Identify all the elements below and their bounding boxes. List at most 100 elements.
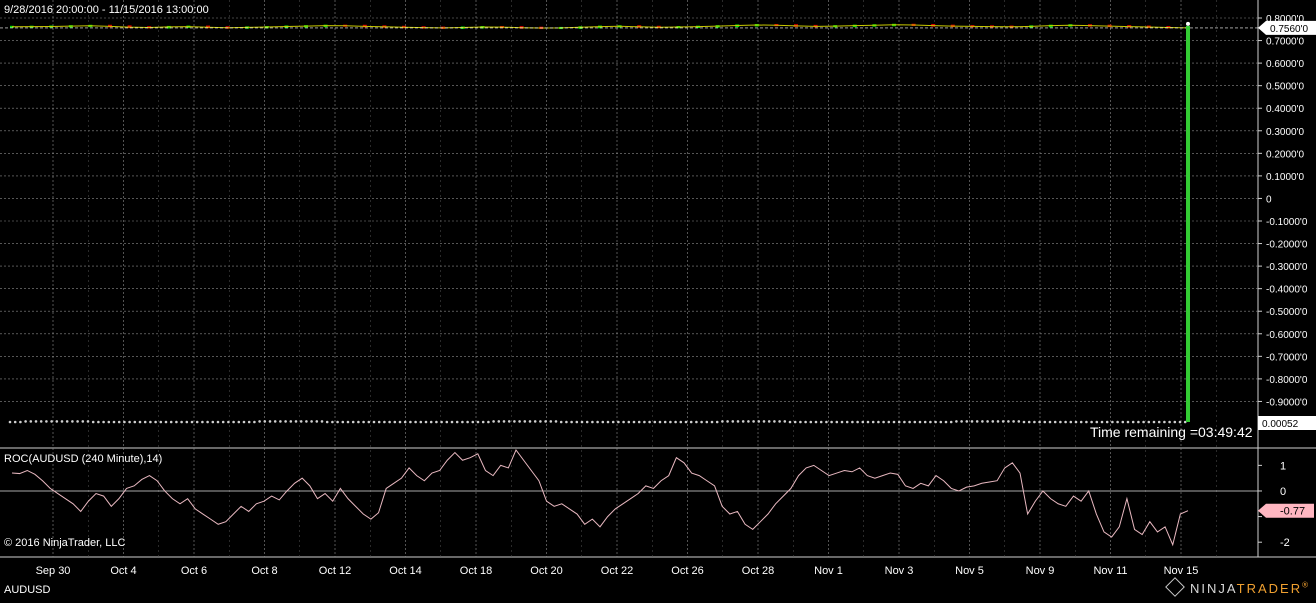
volume-dot <box>923 420 927 424</box>
volume-dot <box>528 420 532 423</box>
volume-dot <box>575 420 579 424</box>
volume-dot <box>476 420 480 424</box>
volume-dot <box>175 420 178 424</box>
volume-dot <box>721 420 724 423</box>
volume-dot <box>357 420 360 424</box>
volume-dot <box>866 420 870 424</box>
roc-tick-label: -2 <box>1280 537 1290 549</box>
grid-layer <box>0 0 1316 558</box>
price-tick-label: 0.6000'0 <box>1266 59 1304 70</box>
volume-dot <box>268 420 272 423</box>
volume-dot <box>320 420 324 423</box>
volume-dot <box>1033 420 1036 424</box>
price-panel[interactable] <box>0 21 1258 424</box>
volume-dot <box>13 420 17 424</box>
price-tick-label: 0.4000'0 <box>1266 104 1304 115</box>
x-tick-label: Oct 12 <box>319 565 351 577</box>
volume-dot <box>606 420 610 424</box>
volume-dot <box>773 420 776 423</box>
volume-dot <box>559 420 563 424</box>
volume-dot <box>258 420 261 423</box>
volume-dot <box>195 420 199 424</box>
x-tick-label: Oct 6 <box>181 565 207 577</box>
volume-dot <box>1069 420 1073 424</box>
volume-dot <box>1105 420 1109 424</box>
volume-dot <box>981 420 984 423</box>
x-tick-label: Nov 11 <box>1093 565 1127 577</box>
volume-dot <box>1116 420 1119 424</box>
volume-dot <box>913 420 917 424</box>
volume-dot <box>799 420 802 424</box>
volume-dot <box>934 420 937 424</box>
volume-dot <box>81 420 85 423</box>
volume-dot <box>445 420 449 424</box>
volume-dot <box>1059 420 1062 424</box>
volume-dot <box>762 420 766 423</box>
volume-dot <box>533 420 537 423</box>
volume-dot <box>221 420 225 424</box>
volume-dot <box>112 420 116 424</box>
volume-dot <box>1064 420 1067 424</box>
volume-dot <box>1022 420 1026 424</box>
volume-dot <box>788 420 792 424</box>
ninjatrader-logo-icon <box>1165 577 1185 597</box>
volume-dot <box>663 420 667 424</box>
volume-dot <box>455 420 459 424</box>
volume-dot <box>783 420 787 423</box>
volume-dot <box>679 420 683 424</box>
x-tick-label: Nov 15 <box>1164 565 1199 577</box>
volume-dot <box>273 420 277 423</box>
volume-dot <box>45 420 48 423</box>
volume-dot <box>637 420 641 424</box>
indicator-panel[interactable] <box>0 449 1258 547</box>
volume-dot <box>554 420 558 423</box>
volume-dot <box>1168 420 1171 424</box>
volume-dot <box>487 420 490 424</box>
volume-dot <box>970 420 974 423</box>
volume-dot <box>481 420 485 424</box>
price-tick-label: -0.8000'0 <box>1266 375 1308 386</box>
volume-dot <box>689 420 693 424</box>
volume-dot <box>211 420 215 424</box>
volume-dot <box>1178 420 1182 424</box>
volume-dot <box>856 420 859 424</box>
volume-dot <box>1100 420 1104 424</box>
volume-dot <box>965 420 969 423</box>
volume-dot <box>123 420 126 424</box>
x-tick-label: Nov 1 <box>814 565 843 577</box>
indicator-label: ROC(AUDUSD (240 Minute),14) <box>4 453 162 465</box>
volume-dot <box>695 420 698 424</box>
volume-dot <box>367 420 371 424</box>
volume-dot <box>1017 420 1021 423</box>
volume-dot <box>757 420 761 423</box>
volume-dot <box>76 420 79 423</box>
volume-dot <box>1147 420 1151 424</box>
volume-dot <box>24 420 27 423</box>
volume-dot <box>897 420 901 424</box>
volume-spike-bar <box>1186 25 1190 423</box>
volume-dot <box>840 420 844 424</box>
volume-dot <box>845 420 849 424</box>
x-tick-label: Oct 26 <box>671 565 703 577</box>
x-tick-label: Oct 22 <box>601 565 633 577</box>
volume-dot <box>50 420 53 423</box>
volume-dot <box>1121 420 1125 424</box>
volume-dot <box>117 420 121 424</box>
volume-dot <box>107 420 111 424</box>
volume-dot <box>793 420 797 424</box>
volume-label: 0.00052 <box>1262 419 1299 430</box>
volume-dot <box>279 420 282 423</box>
volume-dot <box>128 420 131 424</box>
volume-dot <box>206 420 209 424</box>
volume-dot <box>429 420 433 424</box>
volume-dot <box>180 420 183 424</box>
roc-line <box>11 449 1189 547</box>
price-tick-label: -0.3000'0 <box>1266 262 1308 273</box>
x-tick-label: Oct 18 <box>460 565 492 577</box>
volume-dot <box>877 420 880 424</box>
price-tick-label: -0.2000'0 <box>1266 240 1308 251</box>
price-tick-label: 0.5000'0 <box>1266 82 1304 93</box>
volume-dot <box>299 420 303 423</box>
volume-dot <box>1007 420 1010 423</box>
volume-dot <box>143 420 147 424</box>
